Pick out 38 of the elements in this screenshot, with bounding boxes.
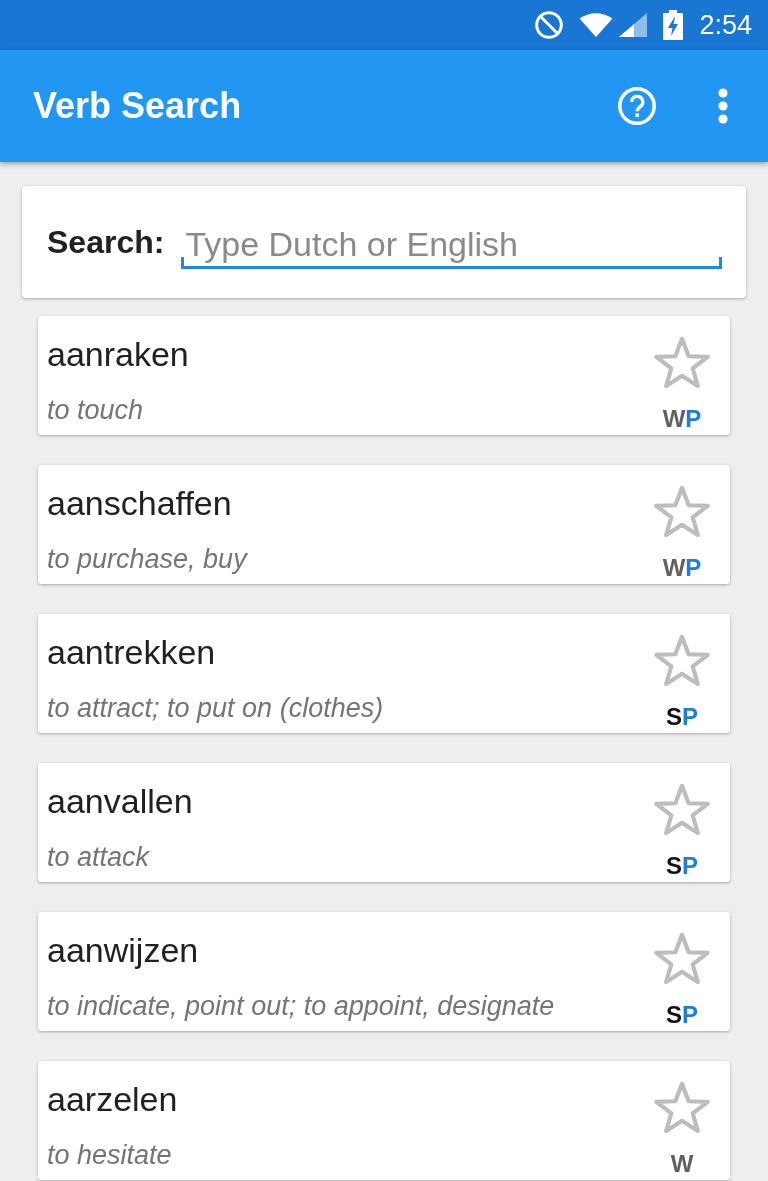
app-title: Verb Search [33,85,243,127]
verb-text: aarzelen [47,1079,179,1119]
verb-text: aantrekken [47,632,217,672]
battery-charging-icon [663,10,684,40]
verb-type-letter: W [662,407,686,431]
signal-icon [619,13,648,37]
translation-text: to attract; to put on (clothes) [47,692,385,724]
verb-type-letter: P [682,705,698,729]
status-time: 2:54 [699,10,752,40]
verb-text: aanraken [47,334,190,374]
verb-text: aanschaffen [47,483,233,523]
verb-text: aanwijzen [47,930,200,970]
verb-text: aanvallen [47,781,194,821]
verb-type-letter: P [685,556,702,580]
verb-card[interactable]: aanvallen to attack SP [38,763,730,882]
translation-text: to hesitate [47,1139,173,1171]
translation-text: to touch [47,394,145,426]
verb-type-letter: S [666,854,682,878]
translation-text: to indicate, point out; to appoint, designate [47,990,556,1022]
verb-type-letter: P [682,1003,698,1027]
verb-card[interactable]: aanraken to touch WP [38,316,730,435]
prohibited-icon [535,11,564,39]
verb-card[interactable]: aarzelen to hesitate W [38,1061,730,1180]
verb-type-letter: S [666,705,682,729]
search-label: Search: [47,223,165,262]
verb-type-letter: W [670,1152,694,1176]
wifi-icon [579,13,614,37]
verb-card[interactable]: aanwijzen to indicate, point out; to appoint, designate SP [38,912,730,1031]
more-options-icon[interactable] [718,88,728,124]
verb-type-letter: S [666,1003,682,1027]
verb-card[interactable]: aanschaffen to purchase, buy WP [38,465,730,584]
verb-type-letter: P [685,407,702,431]
translation-text: to attack [47,841,151,873]
verb-type-letter: W [662,556,686,580]
translation-text: to purchase, buy [47,543,249,575]
verb-type-letter: P [682,854,698,878]
help-icon[interactable] [617,86,657,126]
verb-card[interactable]: aantrekken to attract; to put on (clothes) SP [38,614,730,733]
